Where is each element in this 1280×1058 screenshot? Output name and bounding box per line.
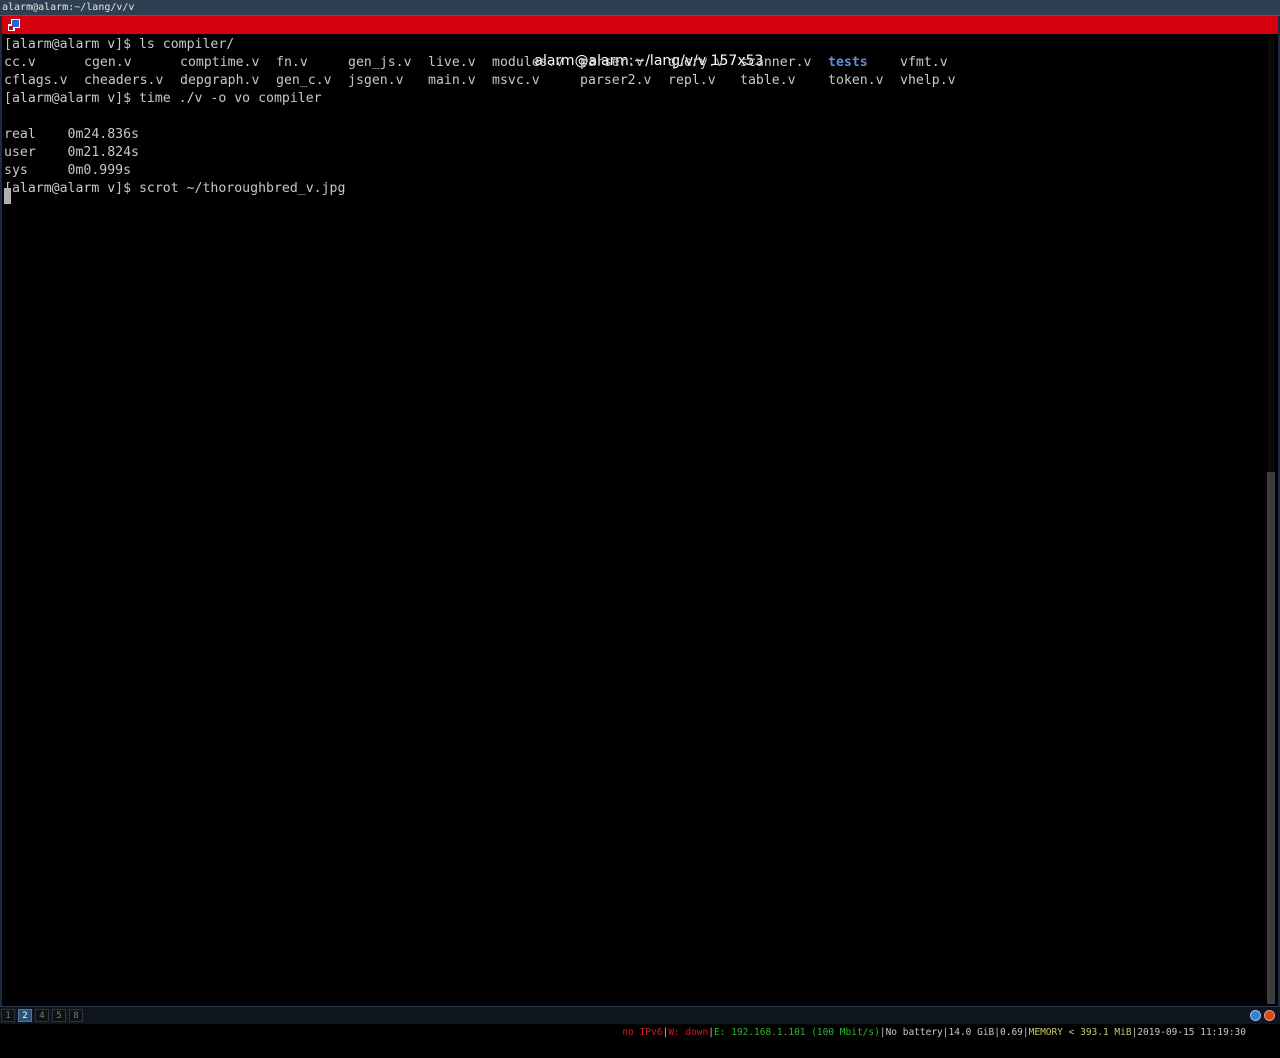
directory-entry: tests	[828, 55, 868, 70]
file-entry: scanner.v	[740, 55, 812, 70]
terminal-app-icon[interactable]	[8, 19, 20, 31]
terminal-titlebar[interactable]: alarm@alarm:~/lang/v/v 157x53	[2, 16, 1278, 69]
workspace-button-1[interactable]: 1	[1, 1009, 15, 1022]
disk-status: 14.0 GiB	[948, 1027, 995, 1038]
file-entry: depgraph.v	[180, 73, 260, 88]
file-entry: main.v	[428, 73, 476, 88]
wm-window-title: alarm@alarm:~/lang/v/v	[0, 0, 1280, 16]
workspace-button-5[interactable]: 5	[52, 1009, 66, 1022]
file-entry: parser.v	[580, 55, 644, 70]
workspace-button-8[interactable]: 8	[69, 1009, 83, 1022]
file-entry: gen_c.v	[276, 73, 332, 88]
status-text: no IPv6|W: down|E: 192.168.1.101 (100 Mb…	[622, 1027, 1246, 1038]
system-tray	[1250, 1010, 1278, 1022]
network-tray-icon[interactable]	[1250, 1010, 1261, 1021]
file-entry: repl.v	[668, 73, 716, 88]
file-entry: cc.v	[4, 55, 36, 70]
terminal-line: sys 0m0.999s	[4, 163, 132, 178]
status-bar: 12458 no IPv6|W: down|E: 192.168.1.101 (…	[0, 1006, 1280, 1038]
terminal-line: cc.v cgen.v comptime.v fn.v gen_js.v live.v mo…	[4, 54, 1264, 72]
file-entry: table.v	[740, 73, 796, 88]
terminal-line: user 0m21.824s	[4, 145, 139, 160]
terminal-window[interactable]: alarm@alarm:~/lang/v/v 157x53 [alarm@ala…	[0, 16, 1280, 1006]
terminal-cursor	[4, 188, 11, 204]
terminal-output[interactable]: [alarm@alarm v]$ ls compiler/cc.v cgen.v c…	[4, 36, 1264, 1004]
terminal-line: cflags.v cheaders.v depgraph.v gen_c.v jsgen…	[4, 72, 1264, 90]
workspace-button-4[interactable]: 4	[35, 1009, 49, 1022]
terminal-line: real 0m24.836s	[4, 127, 139, 142]
memory-status: MEMORY < 393.1 MiB	[1028, 1027, 1132, 1038]
scrollbar-thumb[interactable]	[1267, 472, 1275, 1004]
workspace-button-2[interactable]: 2	[18, 1009, 32, 1022]
file-entry: gen_js.v	[348, 55, 412, 70]
datetime-status: 2019-09-15 11:19:30	[1137, 1027, 1246, 1038]
update-tray-icon[interactable]	[1264, 1010, 1275, 1021]
terminal-line: [alarm@alarm v]$ scrot ~/thoroughbred_v.…	[4, 181, 346, 196]
file-entry: query.v	[668, 55, 724, 70]
file-entry: msvc.v	[492, 73, 540, 88]
file-entry: vfmt.v	[900, 55, 948, 70]
ipv6-status: no IPv6	[622, 1027, 663, 1038]
file-entry: jsgen.v	[348, 73, 404, 88]
file-entry: token.v	[828, 73, 884, 88]
file-entry: vhelp.v	[900, 73, 956, 88]
terminal-scrollbar[interactable]	[1266, 36, 1276, 1004]
file-entry: modules.v	[492, 55, 564, 70]
load-status: 0.69	[1000, 1027, 1023, 1038]
terminal-line: [alarm@alarm v]$ time ./v -o vo compiler	[4, 91, 322, 106]
file-entry: live.v	[428, 55, 476, 70]
battery-status: No battery	[885, 1027, 943, 1038]
file-entry: cflags.v	[4, 73, 68, 88]
file-entry: parser2.v	[580, 73, 652, 88]
file-entry: cheaders.v	[84, 73, 164, 88]
wireless-status: W: down	[668, 1027, 709, 1038]
terminal-line: [alarm@alarm v]$ ls compiler/	[4, 37, 235, 52]
ethernet-status: E: 192.168.1.101 (100 Mbit/s)	[713, 1027, 880, 1038]
file-entry: fn.v	[276, 55, 308, 70]
file-entry: comptime.v	[180, 55, 260, 70]
file-entry: cgen.v	[84, 55, 132, 70]
